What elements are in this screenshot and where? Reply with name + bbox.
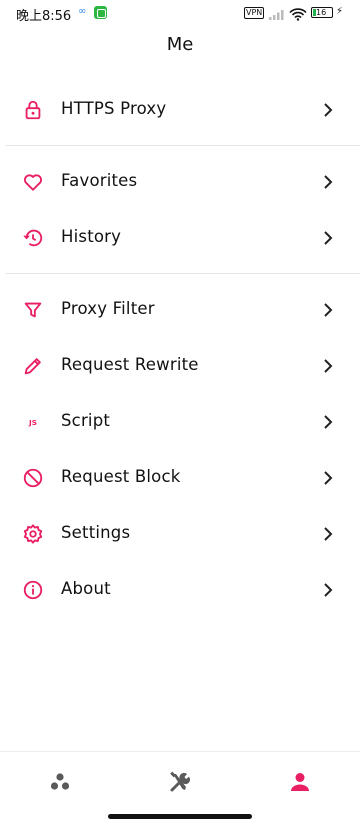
chevron-right-icon xyxy=(320,173,336,191)
bottom-nav xyxy=(0,751,360,811)
heart-icon xyxy=(22,171,44,193)
menu-item-settings[interactable]: Settings xyxy=(0,506,360,562)
menu-item-history[interactable]: History xyxy=(0,210,360,266)
menu-item-label: Script xyxy=(61,411,111,430)
filter-icon xyxy=(22,299,44,321)
menu-item-label: Request Block xyxy=(61,467,181,486)
battery-icon: 16 xyxy=(311,7,333,18)
tools-icon xyxy=(170,771,191,792)
menu-item-label: HTTPS Proxy xyxy=(61,99,167,118)
wifi-icon xyxy=(289,6,307,25)
history-icon xyxy=(22,227,44,249)
lock-icon xyxy=(22,99,44,121)
chevron-right-icon xyxy=(320,413,336,431)
menu-item-request-block[interactable]: Request Block xyxy=(0,450,360,506)
chevron-right-icon xyxy=(320,101,336,119)
nav-tab-me[interactable] xyxy=(240,762,360,802)
menu-item-label: Request Rewrite xyxy=(61,355,199,374)
chevron-right-icon xyxy=(320,301,336,319)
menu-item-about[interactable]: About xyxy=(0,562,360,618)
menu-item-proxy-filter[interactable]: Proxy Filter xyxy=(0,282,360,338)
battery-level: 16 xyxy=(316,8,327,17)
person-icon xyxy=(291,773,309,791)
menu-item-request-rewrite[interactable]: Request Rewrite xyxy=(0,338,360,394)
menu-item-label: Favorites xyxy=(61,171,138,190)
menu-item-favorites[interactable]: Favorites xyxy=(0,154,360,210)
signal-icon xyxy=(268,6,286,25)
menu-item-script[interactable]: JS Script xyxy=(0,394,360,450)
chevron-right-icon xyxy=(320,469,336,487)
menu-item-label: Settings xyxy=(61,523,131,542)
dots-icon xyxy=(50,773,70,790)
js-icon: JS xyxy=(22,411,44,433)
status-time: 晚上8:56 xyxy=(16,9,72,24)
gear-icon xyxy=(22,523,44,545)
block-icon xyxy=(22,467,44,489)
menu-item-label: History xyxy=(61,227,122,246)
js-icon-text: JS xyxy=(28,418,37,427)
menu-item-https-proxy[interactable]: HTTPS Proxy xyxy=(0,82,360,138)
chevron-right-icon xyxy=(320,581,336,599)
menu-item-label: Proxy Filter xyxy=(61,299,155,318)
chevron-right-icon xyxy=(320,357,336,375)
page-title: Me xyxy=(166,34,194,55)
link-status-icon: ∞ xyxy=(78,6,87,17)
charging-icon: ⚡ xyxy=(336,6,344,17)
nav-tab-tools[interactable] xyxy=(120,762,240,802)
vpn-badge: VPN xyxy=(244,7,265,19)
menu-item-label: About xyxy=(61,579,111,598)
home-indicator[interactable] xyxy=(108,814,252,819)
status-bar: 晚上8:56 ∞ VPN 16 ⚡ xyxy=(0,0,360,28)
chevron-right-icon xyxy=(320,525,336,543)
info-icon xyxy=(22,579,44,601)
nav-tab-home[interactable] xyxy=(0,762,120,802)
chevron-right-icon xyxy=(320,229,336,247)
pencil-icon xyxy=(22,355,44,377)
app-notification-icon xyxy=(94,6,107,19)
divider xyxy=(6,145,360,146)
divider xyxy=(6,273,360,274)
